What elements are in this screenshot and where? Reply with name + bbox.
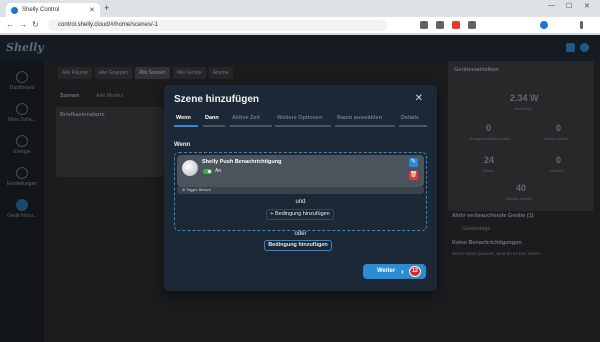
step-indicator-active — [174, 125, 198, 127]
condition-toggle-label: An — [215, 168, 222, 174]
cast-icon[interactable] — [436, 21, 444, 29]
edit-condition-button[interactable]: ✎ — [409, 158, 418, 167]
pencil-icon: ✎ — [410, 159, 417, 165]
maximize-icon[interactable]: ☐ — [566, 2, 572, 10]
forward-icon[interactable]: → — [19, 20, 27, 29]
step-indicator — [275, 125, 331, 127]
condition-toggle[interactable] — [203, 169, 212, 174]
translate-icon[interactable] — [420, 21, 428, 29]
device-icon — [182, 160, 198, 176]
close-icon[interactable]: ✕ — [415, 93, 423, 104]
browser-menu-icon[interactable] — [580, 21, 583, 29]
shelly-favicon-icon — [11, 6, 18, 14]
tab-dann[interactable]: Dann — [205, 115, 219, 121]
add-or-condition-button[interactable]: Bedingung hinzufügen — [264, 240, 332, 251]
add-or-condition-label: Bedingung hinzufügen — [268, 242, 328, 248]
chevron-right-icon: › — [401, 267, 404, 276]
browser-tab[interactable]: Shelly Control ✕ — [6, 3, 100, 17]
reload-icon[interactable]: ↻ — [32, 20, 39, 29]
add-scene-modal: Szene hinzufügen ✕ Wenn Dann Aktive Zeit… — [164, 85, 437, 291]
add-and-condition-label: Bedingung hinzufügen — [275, 211, 330, 217]
step-indicator — [335, 125, 395, 127]
or-label: oder — [294, 231, 307, 237]
trigger-label: Trigger: Besuch — [186, 188, 211, 192]
tab-aktive-zeit[interactable]: Aktive Zeit — [232, 115, 260, 121]
browser-navbar: ← → ↻ control.shelly.cloud/#/home/scenes… — [0, 17, 600, 34]
tab-close-icon[interactable]: ✕ — [89, 6, 95, 14]
extension-icon[interactable] — [452, 21, 460, 29]
condition-card[interactable]: Shelly Push Benachrichtigung An ✎ 🗑 — [177, 155, 424, 187]
back-icon[interactable]: ← — [6, 20, 14, 29]
window-close-icon[interactable]: ✕ — [584, 2, 590, 10]
bookmark-icon[interactable] — [468, 21, 476, 29]
trash-icon: 🗑 — [409, 172, 418, 178]
tab-weitere-optionen[interactable]: Weitere Optionen — [277, 115, 322, 121]
tab-raum-auswaehlen[interactable]: Raum auswählen — [337, 115, 382, 121]
minimize-icon[interactable]: — — [548, 2, 555, 9]
and-label: und — [295, 199, 306, 205]
step-indicator — [203, 125, 225, 127]
gear-icon: ⚙ — [182, 188, 186, 192]
add-and-condition-button[interactable]: + Bedingung hinzufügen — [266, 209, 334, 220]
url-bar[interactable]: control.shelly.cloud/#/home/scenes/-1 — [48, 20, 388, 31]
step-indicator — [399, 125, 427, 127]
next-button-label: Weiter — [377, 268, 396, 274]
modal-title: Szene hinzufügen — [174, 94, 259, 105]
delete-condition-button[interactable]: 🗑 — [409, 171, 418, 180]
browser-tab-title: Shelly Control — [22, 7, 60, 13]
step-count-badge: 12 — [409, 266, 421, 277]
section-label-wenn: Wenn — [174, 142, 191, 148]
step-indicator — [230, 125, 272, 127]
profile-avatar[interactable] — [540, 21, 548, 29]
tab-details[interactable]: Details — [401, 115, 419, 121]
trigger-info: ⚙ Trigger: Besuch — [177, 187, 424, 194]
browser-tabbar: Shelly Control ✕ + — ☐ ✕ — [0, 0, 600, 17]
next-button[interactable]: Weiter › 12 — [363, 264, 426, 279]
tab-wenn[interactable]: Wenn — [176, 115, 191, 121]
wizard-steps: Wenn Dann Aktive Zeit Weitere Optionen R… — [174, 115, 427, 129]
new-tab-icon[interactable]: + — [104, 3, 109, 13]
condition-name: Shelly Push Benachrichtigung — [202, 159, 282, 165]
